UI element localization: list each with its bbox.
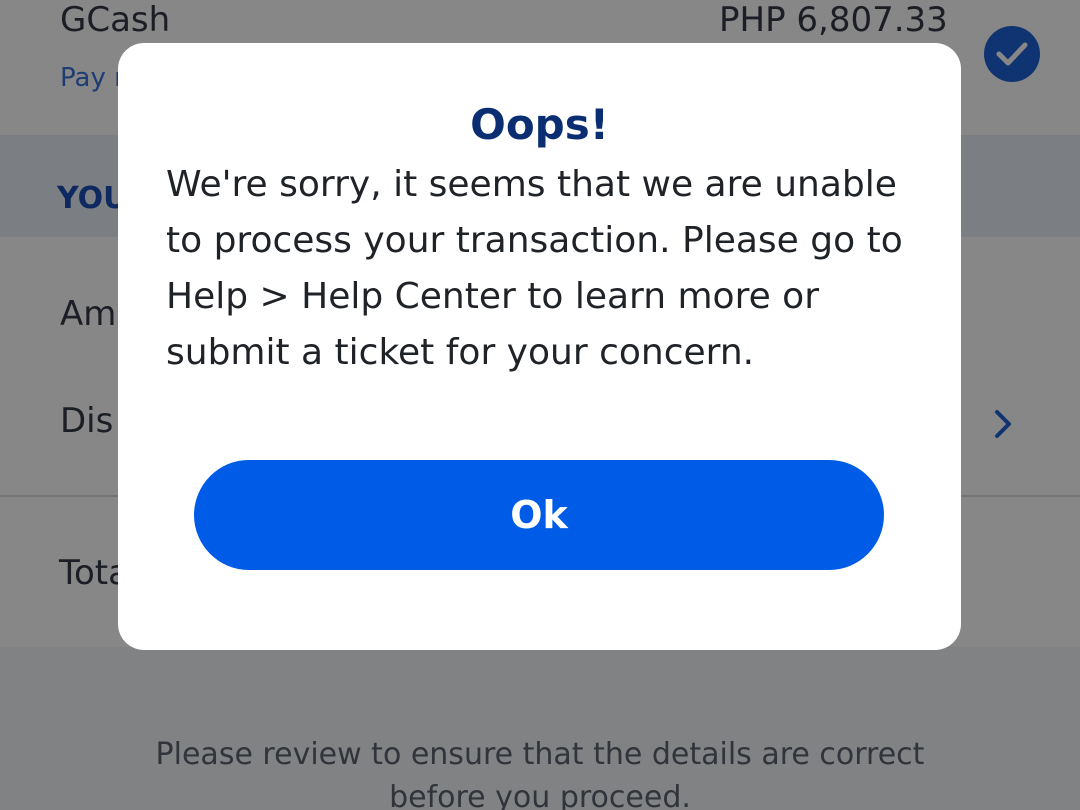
- payment-confirmation-screen: GCash PHP 6,807.33 Pay r YOU Am Dis Tota…: [0, 0, 1080, 810]
- error-dialog: Oops! We're sorry, it seems that we are …: [118, 43, 961, 650]
- dialog-title: Oops!: [470, 100, 609, 149]
- dialog-message: We're sorry, it seems that we are unable…: [166, 164, 903, 373]
- ok-button[interactable]: Ok: [194, 460, 884, 570]
